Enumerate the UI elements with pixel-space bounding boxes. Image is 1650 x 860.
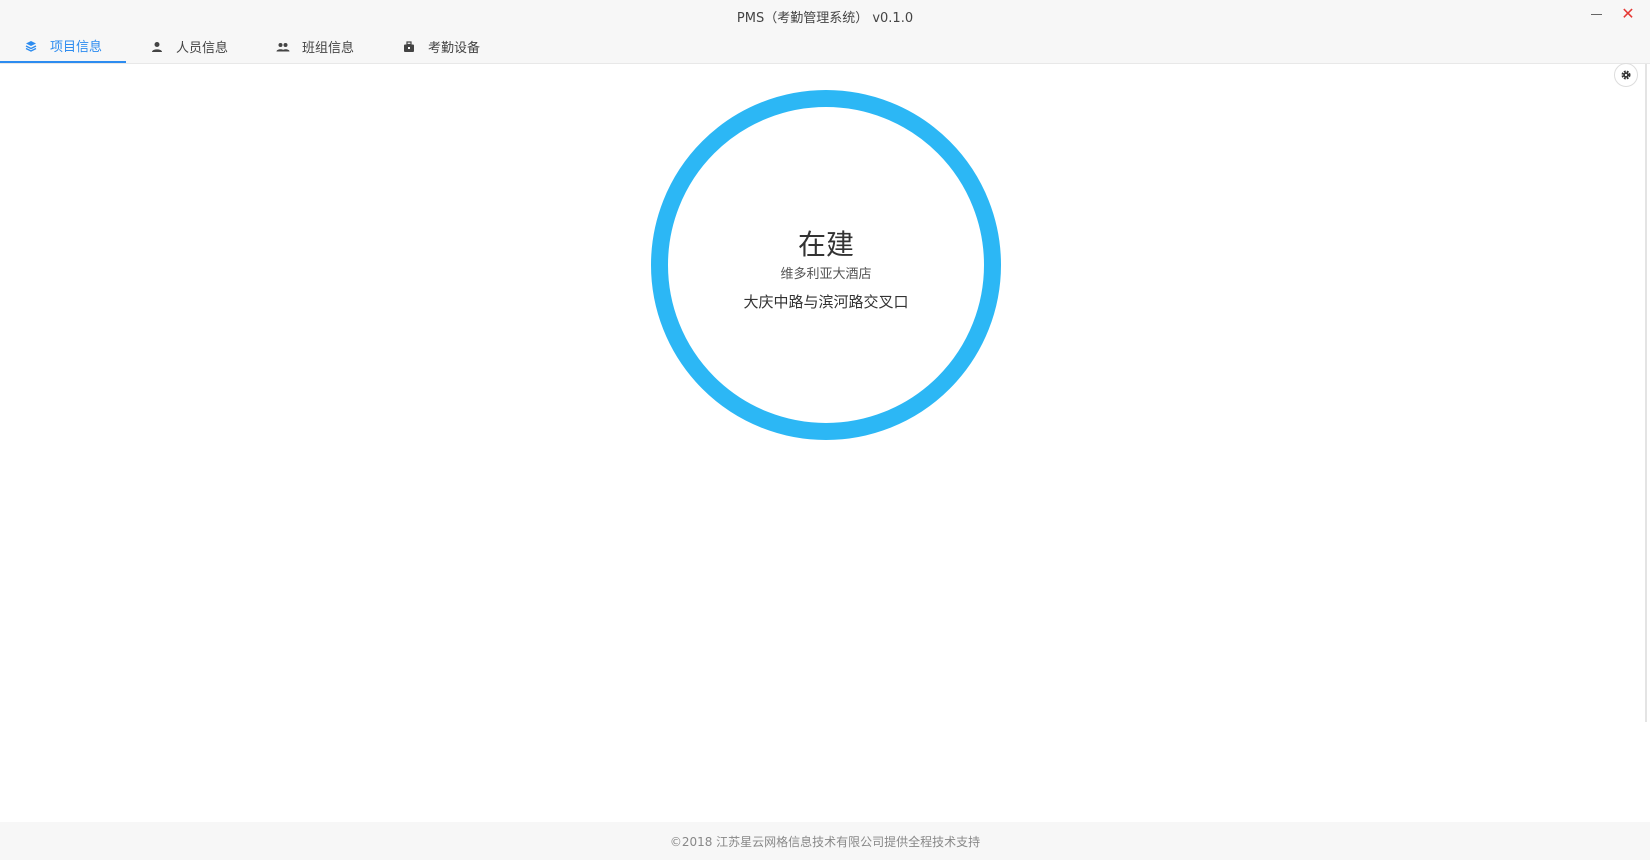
project-status-ring: 在建 维多利亚大酒店 大庆中路与滨河路交叉口 <box>651 90 1001 440</box>
project-address: 大庆中路与滨河路交叉口 <box>743 293 909 311</box>
footer: ©2018 江苏星云网格信息技术有限公司提供全程技术支持 <box>0 822 1650 860</box>
device-icon <box>402 40 416 54</box>
window-title: PMS（考勤管理系统） v0.1.0 <box>736 11 914 26</box>
close-button[interactable]: ✕ <box>1616 3 1640 25</box>
close-icon: ✕ <box>1621 4 1635 23</box>
group-icon <box>276 40 290 54</box>
tab-label: 项目信息 <box>49 40 102 55</box>
tab-team-info[interactable]: 班组信息 <box>252 30 378 63</box>
tab-project-info[interactable]: 项目信息 <box>0 30 126 63</box>
project-status: 在建 <box>797 228 854 261</box>
gear-icon <box>1620 69 1632 81</box>
tab-attendance-device[interactable]: 考勤设备 <box>378 30 504 63</box>
person-icon <box>150 40 164 54</box>
project-name: 维多利亚大酒店 <box>780 267 872 282</box>
tab-bar: 项目信息 人员信息 班组信息 考勤设备 <box>0 30 1650 87</box>
tab-personnel-info[interactable]: 人员信息 <box>126 30 252 63</box>
title-bar: PMS（考勤管理系统） v0.1.0 ✕ <box>0 0 1650 30</box>
tab-label: 人员信息 <box>175 41 228 56</box>
layers-icon <box>24 39 38 53</box>
tab-label: 班组信息 <box>301 41 354 56</box>
minimize-button[interactable] <box>1584 3 1608 25</box>
settings-button[interactable] <box>1614 63 1638 87</box>
tab-label: 考勤设备 <box>427 41 480 56</box>
minimize-icon <box>1590 13 1602 15</box>
scrollbar[interactable] <box>1645 64 1647 722</box>
copyright-text: ©2018 江苏星云网格信息技术有限公司提供全程技术支持 <box>669 835 981 849</box>
